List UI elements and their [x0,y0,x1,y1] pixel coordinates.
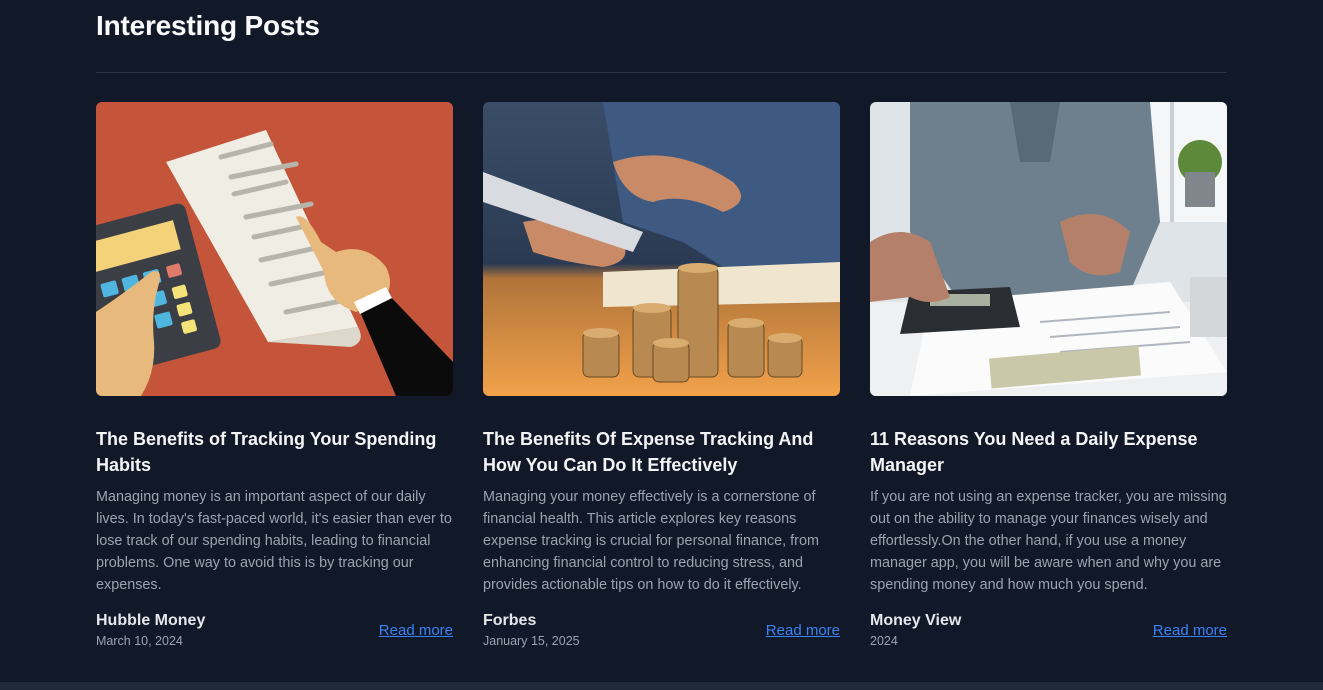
section-divider [96,72,1227,73]
post-date: 2024 [870,634,898,648]
post-meta: Forbes January 15, 2025 [483,610,580,648]
post-image-coins-photo[interactable] [483,102,840,396]
read-more-link[interactable]: Read more [1153,622,1227,639]
post-source: Forbes [483,612,537,629]
post-meta: Money View 2024 [870,610,961,648]
post-title[interactable]: The Benefits of Tracking Your Spending H… [96,426,453,478]
read-more-link[interactable]: Read more [379,622,453,639]
post-excerpt: If you are not using an expense tracker,… [870,489,1227,593]
footer-border [0,682,1323,690]
post-title[interactable]: The Benefits Of Expense Tracking And How… [483,426,840,478]
post-date: March 10, 2024 [96,634,183,648]
post-date: January 15, 2025 [483,634,580,648]
post-title[interactable]: 11 Reasons You Need a Daily Expense Mana… [870,426,1227,478]
post-card: The Benefits Of Expense Tracking And How… [483,102,840,648]
read-more-link[interactable]: Read more [766,622,840,639]
post-image-receipt-illustration[interactable] [96,102,453,396]
post-image-calculator-desk-photo[interactable] [870,102,1227,396]
section-title: Interesting Posts [96,10,320,41]
post-meta: Hubble Money March 10, 2024 [96,610,205,648]
post-source: Money View [870,612,962,629]
post-card: The Benefits of Tracking Your Spending H… [96,102,453,648]
post-source: Hubble Money [96,612,206,629]
post-card: 11 Reasons You Need a Daily Expense Mana… [870,102,1227,648]
post-excerpt: Managing your money effectively is a cor… [483,489,819,593]
post-excerpt: Managing money is an important aspect of… [96,489,452,593]
